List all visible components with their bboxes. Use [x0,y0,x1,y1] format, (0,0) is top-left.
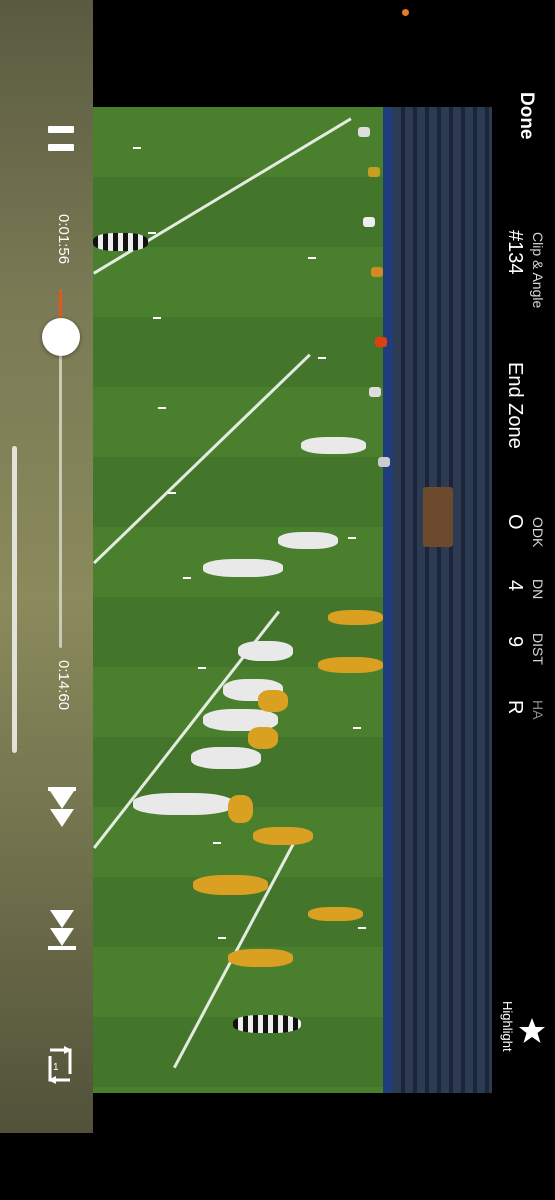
top-letterbox [93,0,492,107]
scrub-handle[interactable] [42,317,80,356]
crowd-figure [371,267,383,277]
hash-mark [353,727,361,729]
crowd-figure [358,127,370,137]
stadium-stands [393,107,492,1093]
player-white [191,747,261,769]
player-white [238,641,293,661]
highlight-label[interactable]: Highlight [500,1001,515,1052]
angle-value: End Zone [504,362,526,449]
player-gold [328,610,383,625]
hash-mark [218,937,226,939]
skip-back-icon[interactable] [48,787,76,831]
video-frame[interactable] [93,107,492,1093]
skip-forward-icon[interactable] [48,908,76,952]
status-dot [402,9,409,16]
stat-label-ha: HA [530,700,546,720]
player-gold [308,907,363,921]
bottom-letterbox [93,1093,492,1133]
svg-text:1: 1 [53,1062,59,1073]
clip-number: #134 [504,230,526,275]
info-panel [492,0,555,1133]
current-time: 0:01:56 [55,214,72,265]
player-gold [193,875,268,895]
hash-mark [318,357,326,359]
hash-mark [348,537,356,539]
crowd-figure [368,167,380,177]
stat-label-dist: DIST [530,633,546,665]
stat-value-dist: 9 [504,636,526,648]
hash-mark [213,842,221,844]
total-time: 0:14:60 [55,660,72,711]
player-gold [258,690,288,712]
hash-mark [133,147,141,149]
hash-mark [168,492,176,494]
hash-mark [148,232,156,234]
pause-icon[interactable] [48,126,74,152]
referee [93,233,148,251]
player-gold [248,727,278,749]
loop-icon[interactable]: 1 [44,1044,76,1086]
clip-angle-label: Clip & Angle [530,232,546,309]
hash-mark [158,407,166,409]
hash-mark [308,257,316,259]
hash-mark [183,577,191,579]
football-field [93,107,393,1093]
stat-value-odk: O [504,514,526,530]
player-white [203,559,283,577]
player-gold [228,949,293,967]
referee [233,1015,301,1033]
crowd-figure [375,337,387,347]
stat-value-dn: 4 [504,580,526,592]
player-gold [253,827,313,845]
stat-value-ha: R [504,700,526,715]
player-white [278,532,338,549]
hash-mark [198,667,206,669]
volume-slider[interactable] [12,446,17,753]
done-button[interactable]: Done [515,92,537,140]
hash-mark [358,927,366,929]
scoreboard-building [423,487,453,547]
stat-label-dn: DN [530,579,546,600]
crowd-figure [363,217,375,227]
player-white [301,437,366,454]
bottom-bar [0,1133,555,1200]
player-gold [228,795,253,823]
star-icon[interactable] [517,1016,547,1046]
player-gold [318,657,383,673]
crowd-figure [378,457,390,467]
crowd-figure [369,387,381,397]
player-white [133,793,233,815]
hash-mark [153,317,161,319]
stat-label-odk: ODK [530,517,546,548]
